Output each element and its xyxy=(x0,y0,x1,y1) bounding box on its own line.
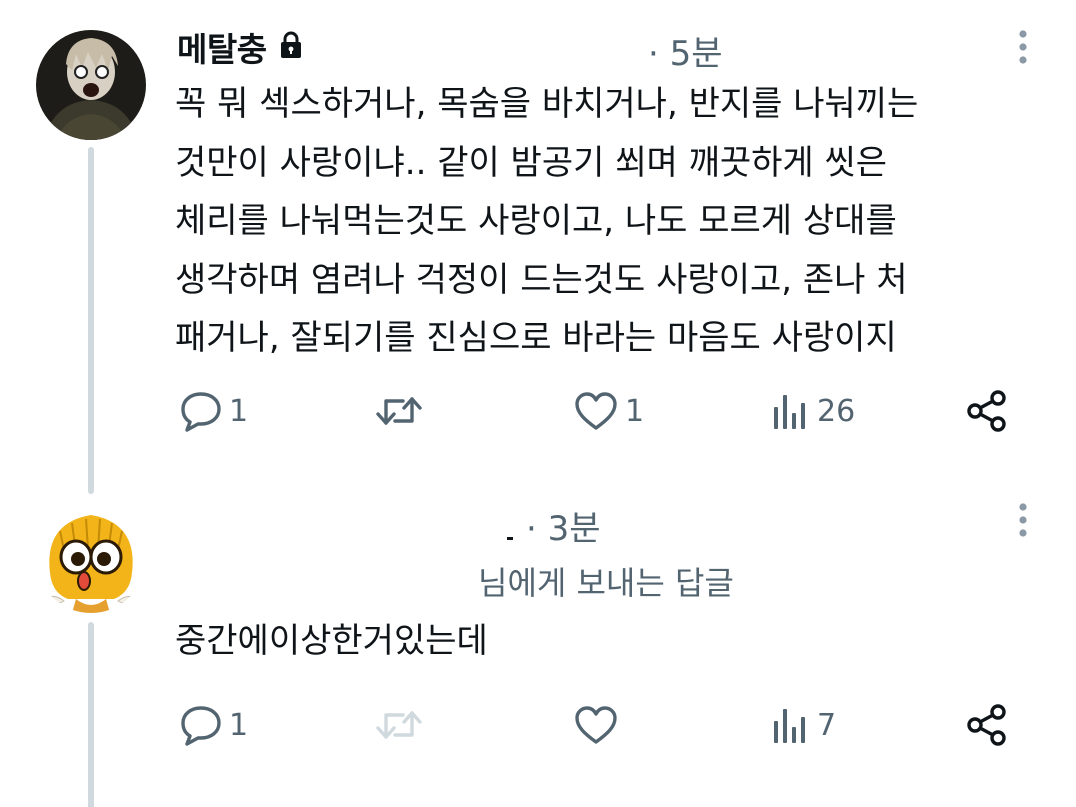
reply-count: 1 xyxy=(229,393,249,429)
share-button[interactable] xyxy=(965,386,1009,436)
retweet-icon xyxy=(373,703,425,747)
author-row: 메탈충 xyxy=(177,23,303,71)
lock-icon xyxy=(279,31,303,63)
avatar-image xyxy=(36,30,146,140)
reply-bubble-icon xyxy=(179,389,223,433)
retweet-icon xyxy=(373,389,425,433)
share-icon xyxy=(965,703,1009,747)
more-vertical-icon[interactable] xyxy=(1015,503,1031,543)
views-bar-chart-icon xyxy=(771,389,811,433)
thread-line-top xyxy=(88,147,94,494)
tweet-text: 꼭 뭐 섹스하거나, 목숨을 바치거나, 반지를 나눠끼는 것만이 사랑이냐..… xyxy=(175,84,919,358)
timestamp[interactable]: · 5분 xyxy=(648,26,723,75)
views-bar-chart-icon xyxy=(771,703,811,747)
views-count: 7 xyxy=(817,707,837,743)
reply-count: 1 xyxy=(229,707,249,743)
like-button[interactable] xyxy=(573,700,625,750)
more-vertical-icon[interactable] xyxy=(1015,30,1031,70)
reply-button[interactable]: 1 xyxy=(179,700,248,750)
retweet-button[interactable] xyxy=(373,386,431,436)
like-count: 1 xyxy=(625,393,645,429)
like-button[interactable]: 1 xyxy=(573,386,644,436)
views-count: 26 xyxy=(817,393,856,429)
views-button[interactable]: 26 xyxy=(771,386,855,436)
share-button[interactable] xyxy=(965,700,1009,750)
thread-line-bottom xyxy=(88,622,94,807)
share-icon xyxy=(965,389,1009,433)
avatar-image xyxy=(36,503,146,613)
avatar[interactable] xyxy=(36,503,146,613)
action-bar: 1 1 26 xyxy=(175,386,1015,436)
timestamp[interactable]: · 3분 xyxy=(526,501,601,550)
reply-bubble-icon xyxy=(179,703,223,747)
tweet-text: 중간에이상한거있는데 xyxy=(175,621,488,661)
reply-button[interactable]: 1 xyxy=(179,386,248,436)
replying-to[interactable]: 님에게 보내는 답글 xyxy=(478,558,734,604)
redacted-name-mark xyxy=(507,537,513,540)
heart-icon xyxy=(573,703,619,747)
views-button[interactable]: 7 xyxy=(771,700,836,750)
avatar[interactable] xyxy=(36,30,146,140)
action-bar: 1 7 xyxy=(175,700,1015,750)
heart-icon xyxy=(573,389,619,433)
retweet-button[interactable] xyxy=(373,700,431,750)
display-name[interactable]: 메탈충 xyxy=(177,23,267,71)
